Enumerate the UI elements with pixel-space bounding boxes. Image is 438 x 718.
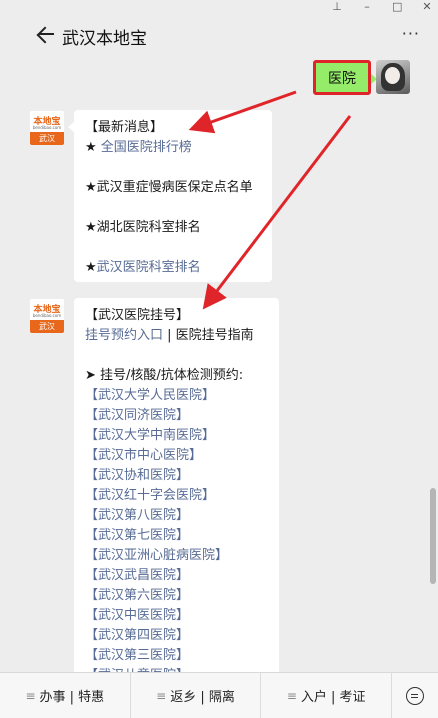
hospital-link[interactable]: 【武汉红十字会医院】 bbox=[85, 486, 269, 506]
back-arrow-icon[interactable] bbox=[34, 22, 54, 46]
hospital-link[interactable]: 【武汉大学人民医院】 bbox=[85, 386, 269, 406]
message-heading: 【武汉医院挂号】 bbox=[85, 308, 190, 323]
user-message-text: 医院 bbox=[328, 70, 356, 87]
hamburger-icon: ≡ bbox=[25, 688, 36, 703]
link-registration-entry[interactable]: 挂号预约入口 bbox=[85, 328, 163, 343]
hospital-link[interactable]: 【武汉大学中南医院】 bbox=[85, 426, 269, 446]
list-item[interactable]: ★ 全国医院排行榜 bbox=[85, 138, 262, 158]
bottom-menu: ≡ 办事 | 特惠 ≡ 返乡 | 隔离 ≡ 入户 | 考证 bbox=[0, 672, 438, 718]
registration-links: 挂号预约入口 | 医院挂号指南 bbox=[85, 328, 254, 343]
link-hospital-ranking[interactable]: 全国医院排行榜 bbox=[101, 140, 192, 155]
user-avatar[interactable] bbox=[376, 60, 410, 94]
list-item: ★湖北医院科室排名 bbox=[85, 220, 201, 235]
section-heading: ➤ 挂号/核酸/抗体检测预约: bbox=[85, 368, 244, 383]
hospital-list: 【武汉大学人民医院】 【武汉同济医院】 【武汉大学中南医院】 【武汉市中心医院】 【武汉… bbox=[85, 386, 269, 678]
chat-title: 武汉本地宝 bbox=[62, 29, 147, 49]
hospital-link[interactable]: 【武汉亚洲心脏病医院】 bbox=[85, 546, 269, 566]
bot-avatar[interactable]: 本地宝 bendibao.com 武汉 bbox=[29, 110, 65, 146]
chat-header: 武汉本地宝 ··· bbox=[0, 14, 438, 58]
hospital-link[interactable]: 【武汉中医医院】 bbox=[85, 606, 269, 626]
menu-item-household[interactable]: ≡ 入户 | 考证 bbox=[261, 673, 393, 718]
hospital-link[interactable]: 【武汉市中心医院】 bbox=[85, 446, 269, 466]
hospital-link[interactable]: 【武汉第四医院】 bbox=[85, 626, 269, 646]
minimize-icon[interactable]: – bbox=[362, 0, 372, 14]
maximize-icon[interactable]: □ bbox=[392, 0, 402, 14]
hospital-link[interactable]: 【武汉第三医院】 bbox=[85, 646, 269, 666]
link-department-ranking[interactable]: 武汉医院科室排名 bbox=[97, 260, 201, 275]
list-item[interactable]: ★武汉医院科室排名 bbox=[85, 258, 262, 278]
link-registration-guide[interactable]: 医院挂号指南 bbox=[176, 328, 254, 343]
more-options-icon[interactable]: ··· bbox=[402, 24, 420, 43]
user-message-bubble[interactable]: 医院 bbox=[313, 60, 377, 95]
keyboard-toggle-button[interactable] bbox=[392, 673, 438, 718]
message-heading: 【最新消息】 bbox=[85, 120, 164, 135]
hospital-link[interactable]: 【武汉第六医院】 bbox=[85, 586, 269, 606]
bot-message-registration: 【武汉医院挂号】 挂号预约入口 | 医院挂号指南 ➤ 挂号/核酸/抗体检测预约:… bbox=[74, 298, 279, 678]
hospital-link[interactable]: 【武汉武昌医院】 bbox=[85, 566, 269, 586]
hospital-link[interactable]: 【武汉协和医院】 bbox=[85, 466, 269, 486]
menu-item-return[interactable]: ≡ 返乡 | 隔离 bbox=[131, 673, 262, 718]
hamburger-icon: ≡ bbox=[286, 688, 297, 703]
window-controls: ⊥ – □ ✕ bbox=[332, 0, 432, 14]
menu-item-services[interactable]: ≡ 办事 | 特惠 bbox=[0, 673, 131, 718]
hamburger-icon: ≡ bbox=[156, 688, 167, 703]
scrollbar[interactable] bbox=[430, 488, 436, 584]
hospital-link[interactable]: 【武汉第七医院】 bbox=[85, 526, 269, 546]
hospital-link[interactable]: 【武汉第八医院】 bbox=[85, 506, 269, 526]
bot-message-news: 【最新消息】 ★ 全国医院排行榜 ★武汉重症慢病医保定点名单 ★湖北医院科室排名… bbox=[68, 110, 272, 282]
list-item: ★武汉重症慢病医保定点名单 bbox=[85, 180, 253, 195]
hospital-link[interactable]: 【武汉同济医院】 bbox=[85, 406, 269, 426]
close-icon[interactable]: ✕ bbox=[422, 0, 432, 14]
keyboard-icon bbox=[406, 686, 425, 705]
bot-avatar[interactable]: 本地宝 bendibao.com 武汉 bbox=[29, 298, 65, 334]
pin-icon[interactable]: ⊥ bbox=[332, 0, 342, 14]
